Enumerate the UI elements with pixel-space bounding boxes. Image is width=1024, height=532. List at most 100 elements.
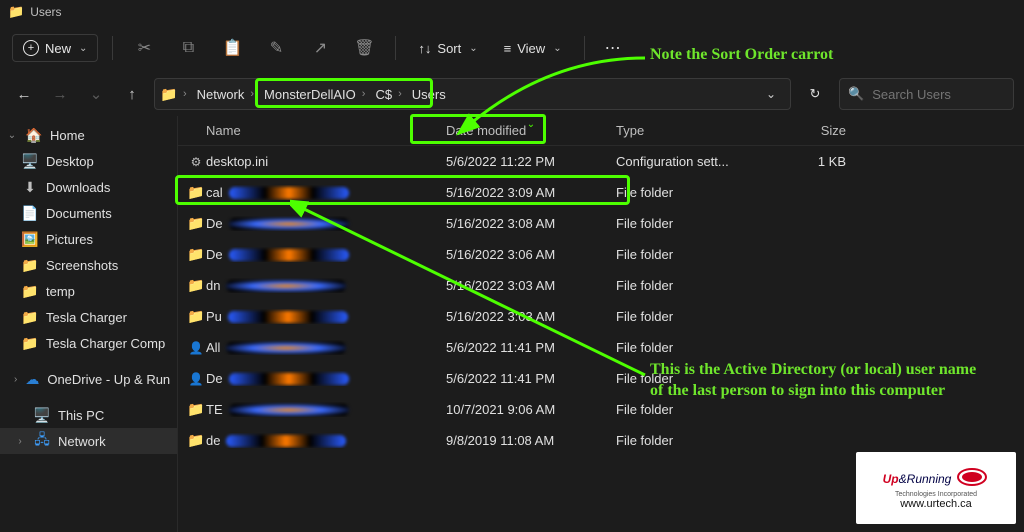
folder-icon: 📁	[22, 283, 38, 299]
sidebar-item-home[interactable]: ⌄ 🏠 Home	[0, 122, 177, 148]
new-button[interactable]: + New ⌄	[12, 34, 98, 62]
back-button[interactable]: ←	[10, 80, 38, 108]
sidebar-item-pictures[interactable]: 🖼️ Pictures	[0, 226, 177, 252]
file-date: 10/7/2021 9:06 AM	[446, 402, 616, 417]
view-button[interactable]: ≡ View ⌄	[496, 37, 570, 60]
folder-icon: 📁	[188, 309, 204, 325]
delete-icon[interactable]: 🗑	[347, 31, 381, 65]
expand-icon[interactable]: ⌄	[6, 130, 18, 141]
file-name: TE	[206, 402, 446, 417]
sidebar-label: Pictures	[46, 232, 93, 247]
sidebar-label: Documents	[46, 206, 112, 221]
sidebar-item-this-pc[interactable]: 🖥️This PC	[0, 402, 177, 428]
cut-icon[interactable]: ✂	[127, 31, 161, 65]
search-input[interactable]	[872, 87, 1005, 102]
file-type: File folder	[616, 340, 766, 355]
file-name: Pu	[206, 309, 446, 324]
redacted-text	[226, 280, 346, 292]
share-icon[interactable]: ↗	[303, 31, 337, 65]
table-row[interactable]: 📁TE10/7/2021 9:06 AMFile folder	[178, 394, 1024, 425]
sidebar-item-tesla-charger-comp[interactable]: 📁Tesla Charger Comp	[0, 330, 177, 356]
redacted-text	[226, 435, 346, 447]
file-name: desktop.ini	[206, 154, 446, 169]
copy-icon[interactable]: ⧉	[171, 31, 205, 65]
table-row[interactable]: 📁cal5/16/2022 3:09 AMFile folder	[178, 177, 1024, 208]
contact-icon: 👤	[188, 340, 204, 356]
sidebar-item-downloads[interactable]: ⬇ Downloads	[0, 174, 177, 200]
address-bar[interactable]: 📁 › Network› MonsterDellAIO› C$› Users ⌄	[154, 78, 791, 110]
breadcrumb-sep: ›	[177, 88, 193, 100]
file-date: 5/6/2022 11:22 PM	[446, 154, 616, 169]
folder-icon: 📁	[161, 86, 177, 102]
sidebar-label: Downloads	[46, 180, 110, 195]
file-name: cal	[206, 185, 446, 200]
sidebar-label: Network	[58, 434, 106, 449]
table-row[interactable]: 📁dn5/16/2022 3:03 AMFile folder	[178, 270, 1024, 301]
sidebar-item-tesla-charger[interactable]: 📁 Tesla Charger	[0, 304, 177, 330]
sidebar-label: Home	[50, 128, 85, 143]
downloads-icon: ⬇	[22, 179, 38, 195]
pc-icon: 🖥️	[34, 407, 50, 423]
paste-icon[interactable]: 📋	[215, 31, 249, 65]
column-header-date[interactable]: ⌄ Date modified	[446, 123, 616, 138]
sidebar-item-documents[interactable]: 📄 Documents	[0, 200, 177, 226]
table-row[interactable]: 📁De5/16/2022 3:08 AMFile folder	[178, 208, 1024, 239]
chevron-down-icon: ⌄	[553, 43, 561, 54]
documents-icon: 📄	[22, 205, 38, 221]
table-row[interactable]: 👤All5/6/2022 11:41 PMFile folder	[178, 332, 1024, 363]
table-row[interactable]: ⚙desktop.ini5/6/2022 11:22 PMConfigurati…	[178, 146, 1024, 177]
sidebar-item-temp[interactable]: 📁temp	[0, 278, 177, 304]
folder-icon: 📁	[188, 433, 204, 449]
mouse-icon	[955, 466, 989, 491]
table-row[interactable]: 👤De5/6/2022 11:41 PMFile folder	[178, 363, 1024, 394]
chevron-down-icon[interactable]: ⌄	[758, 87, 784, 101]
table-row[interactable]: 📁De5/16/2022 3:06 AMFile folder	[178, 239, 1024, 270]
breadcrumb-item[interactable]: Network›	[193, 87, 260, 102]
sort-button[interactable]: ↑↓ Sort ⌄	[410, 37, 485, 60]
sort-label: Sort	[437, 41, 461, 56]
redacted-text	[229, 373, 349, 385]
file-type: Configuration sett...	[616, 154, 766, 169]
sidebar-item-onedrive[interactable]: ›☁OneDrive - Up & Run	[0, 366, 177, 392]
file-date: 5/16/2022 3:03 AM	[446, 309, 616, 324]
up-button[interactable]: ↑	[118, 80, 146, 108]
chevron-down-icon: ⌄	[469, 43, 477, 54]
column-header-size[interactable]: Size	[766, 123, 866, 138]
file-date: 9/8/2019 11:08 AM	[446, 433, 616, 448]
sidebar-item-screenshots[interactable]: 📁Screenshots	[0, 252, 177, 278]
breadcrumb-item[interactable]: Users	[408, 87, 450, 102]
redacted-text	[226, 342, 346, 354]
expand-icon[interactable]: ›	[14, 374, 17, 385]
folder-icon: 📁	[22, 309, 38, 325]
search-box[interactable]: 🔍	[839, 78, 1014, 110]
redacted-text	[229, 404, 349, 416]
file-type: File folder	[616, 247, 766, 262]
sidebar-item-desktop[interactable]: 🖥️Desktop	[0, 148, 177, 174]
breadcrumb-item[interactable]: MonsterDellAIO›	[260, 87, 371, 102]
breadcrumb-item[interactable]: C$›	[371, 87, 407, 102]
table-row[interactable]: 📁Pu5/16/2022 3:03 AMFile folder	[178, 301, 1024, 332]
refresh-button[interactable]: ↻	[799, 78, 831, 110]
expand-icon[interactable]: ›	[14, 436, 26, 447]
column-header-type[interactable]: Type	[616, 123, 766, 138]
file-type: File folder	[616, 185, 766, 200]
desktop-icon: 🖥️	[22, 153, 38, 169]
file-date: 5/16/2022 3:06 AM	[446, 247, 616, 262]
more-button[interactable]: ⋯	[599, 38, 627, 58]
column-header-name[interactable]: Name	[206, 123, 446, 138]
plus-icon: +	[23, 40, 39, 56]
file-date: 5/16/2022 3:08 AM	[446, 216, 616, 231]
folder-icon: 📁	[188, 278, 204, 294]
divider	[584, 36, 585, 60]
recent-button[interactable]: ⌄	[82, 80, 110, 108]
sidebar-item-network[interactable]: ›🖧Network	[0, 428, 177, 454]
forward-button[interactable]: →	[46, 80, 74, 108]
pictures-icon: 🖼️	[22, 231, 38, 247]
search-icon: 🔍	[848, 86, 864, 102]
rename-icon[interactable]: ✎	[259, 31, 293, 65]
view-icon: ≡	[504, 41, 512, 56]
redacted-text	[228, 311, 348, 323]
file-date: 5/16/2022 3:03 AM	[446, 278, 616, 293]
sidebar-label: Tesla Charger	[46, 310, 127, 325]
file-name: dn	[206, 278, 446, 293]
